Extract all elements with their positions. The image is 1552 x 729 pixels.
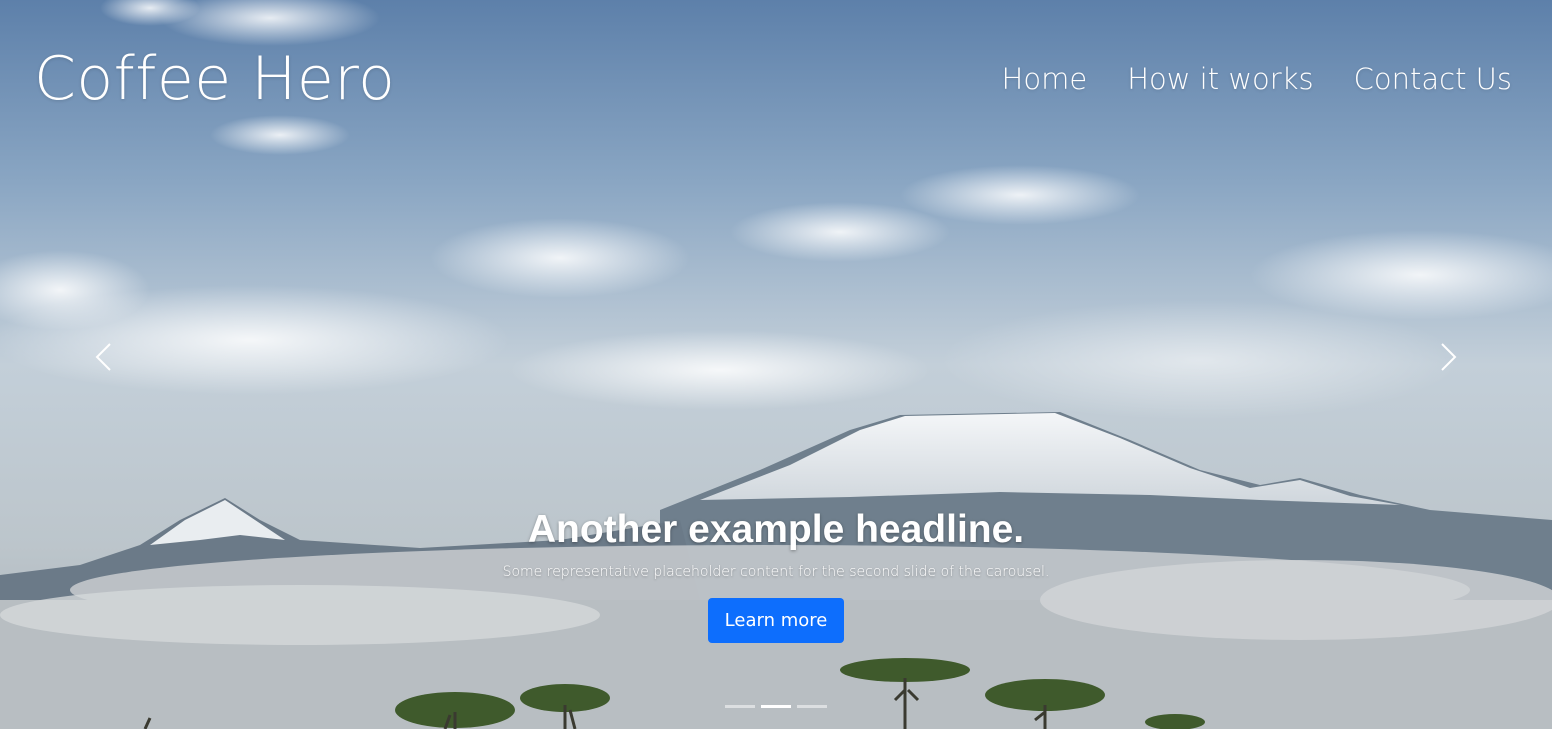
learn-more-button[interactable]: Learn more bbox=[707, 598, 845, 643]
carousel-indicator-3[interactable] bbox=[797, 705, 827, 708]
hero-carousel: Coffee Hero Home How it works Contact Us… bbox=[0, 0, 1552, 729]
brand-title[interactable]: Coffee Hero bbox=[34, 44, 395, 114]
carousel-indicators bbox=[0, 705, 1552, 708]
slide-description: Some representative placeholder content … bbox=[502, 564, 1050, 580]
nav-link-how-it-works[interactable]: How it works bbox=[1127, 62, 1313, 96]
chevron-right-icon bbox=[1441, 343, 1457, 371]
carousel-caption: Another example headline. Some represent… bbox=[0, 508, 1552, 643]
carousel-indicator-2[interactable] bbox=[761, 705, 791, 708]
main-nav: Home How it works Contact Us bbox=[1002, 62, 1512, 96]
carousel-next-button[interactable] bbox=[1430, 340, 1464, 374]
carousel-indicator-1[interactable] bbox=[725, 705, 755, 708]
nav-link-contact-us[interactable]: Contact Us bbox=[1354, 62, 1512, 96]
slide-headline: Another example headline. bbox=[527, 508, 1025, 551]
carousel-prev-button[interactable] bbox=[88, 340, 122, 374]
nav-link-home[interactable]: Home bbox=[1002, 62, 1088, 96]
chevron-left-icon bbox=[95, 343, 111, 371]
